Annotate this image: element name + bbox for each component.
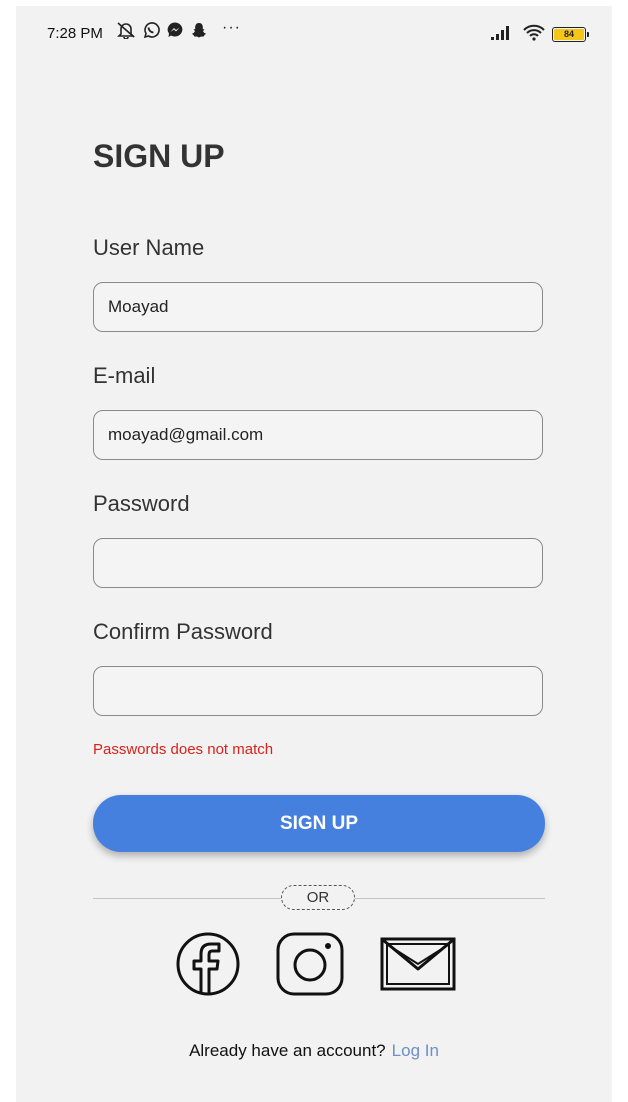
signal-icon: [490, 24, 516, 45]
status-bar: 7:28 PM ··· 84: [16, 6, 612, 62]
signup-button[interactable]: SIGN UP: [93, 795, 545, 852]
app-screen: 7:28 PM ··· 84 SIGN UP User Name Moayad …: [16, 6, 612, 1102]
confirm-password-input[interactable]: [93, 666, 543, 716]
login-prompt: Already have an account? Log In: [16, 1041, 612, 1061]
confirm-password-label: Confirm Password: [93, 619, 273, 644]
facebook-icon[interactable]: [171, 931, 245, 997]
password-input[interactable]: [93, 538, 543, 588]
mute-icon: [116, 21, 136, 39]
wifi-icon: [522, 23, 546, 46]
username-input[interactable]: [93, 282, 543, 332]
mail-icon[interactable]: [378, 931, 456, 997]
email-label: E-mail: [93, 363, 156, 388]
battery-icon: 84: [552, 27, 589, 42]
system-indicators: 84: [490, 23, 589, 46]
whatsapp-icon: [142, 21, 160, 39]
or-label: OR: [281, 885, 355, 910]
password-mismatch-error: Passwords does not match: [93, 741, 274, 758]
password-label: Password: [93, 491, 190, 516]
page-title: SIGN UP: [93, 138, 225, 174]
username-label: User Name: [93, 235, 205, 260]
instagram-icon[interactable]: [273, 931, 347, 997]
messenger-icon: [166, 21, 184, 39]
login-prompt-text: Already have an account?: [189, 1041, 386, 1060]
email-input[interactable]: [93, 410, 543, 460]
login-link[interactable]: Log In: [392, 1041, 439, 1060]
battery-level: 84: [554, 29, 584, 40]
snapchat-icon: [190, 21, 208, 39]
status-time: 7:28 PM: [47, 25, 103, 42]
notification-icons: ···: [116, 19, 241, 39]
more-notifications-icon: ···: [222, 19, 241, 36]
